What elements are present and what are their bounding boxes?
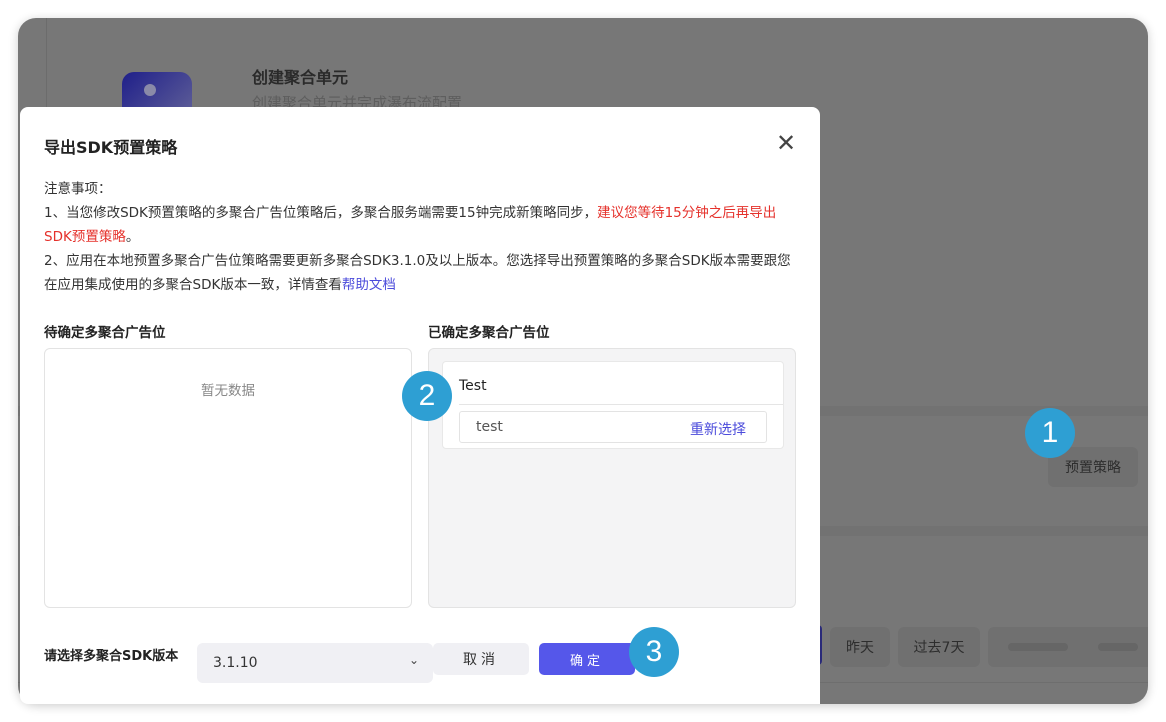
chevron-down-icon: ⌄ — [408, 653, 419, 667]
confirmed-item-row: test 重新选择 — [459, 411, 767, 443]
dialog-title: 导出SDK预置策略 — [44, 138, 178, 157]
pending-panel: 暂无数据 — [44, 348, 412, 608]
note-2-text: 2、应用在本地预置多聚合广告位策略需要更新多聚合SDK3.1.0及以上版本。您选… — [44, 253, 791, 293]
timeline-line — [46, 18, 47, 108]
divider — [459, 404, 783, 405]
card-title: 创建聚合单元 — [252, 68, 349, 87]
step-badge-2: 2 — [402, 371, 452, 421]
note-1-suffix: 。 — [125, 229, 140, 245]
selected-version: 3.1.10 — [213, 655, 258, 671]
confirmed-group-card: Test test 重新选择 — [442, 361, 784, 449]
last-7-days-button[interactable]: 过去7天 — [898, 627, 980, 667]
empty-text: 暂无数据 — [201, 383, 255, 399]
step-badge-1: 1 — [1025, 408, 1075, 458]
date-range-picker[interactable] — [988, 627, 1148, 667]
note-1-text: 1、当您修改SDK预置策略的多聚合广告位策略后，多聚合服务端需要15钟完成新策略… — [44, 205, 598, 221]
reselect-link[interactable]: 重新选择 — [690, 419, 746, 439]
yesterday-button[interactable]: 昨天 — [830, 627, 890, 667]
group-name: Test — [459, 378, 487, 394]
cancel-button[interactable]: 取消 — [433, 643, 529, 675]
help-doc-link[interactable]: 帮助文档 — [342, 277, 396, 293]
version-label: 请选择多聚合SDK版本 — [44, 649, 179, 664]
confirmed-panel: Test test 重新选择 — [428, 348, 796, 608]
item-name: test — [476, 419, 503, 435]
confirm-button[interactable]: 确定 — [539, 643, 635, 675]
step-badge-3: 3 — [629, 627, 679, 677]
note-1: 1、当您修改SDK预置策略的多聚合广告位策略后，多聚合服务端需要15钟完成新策略… — [44, 201, 804, 249]
notes: 注意事项： 1、当您修改SDK预置策略的多聚合广告位策略后，多聚合服务端需要15… — [44, 177, 804, 297]
close-icon[interactable]: ✕ — [776, 129, 796, 157]
confirmed-title: 已确定多聚合广告位 — [428, 325, 550, 341]
pending-title: 待确定多聚合广告位 — [44, 325, 166, 341]
sdk-version-select[interactable]: 3.1.10 ⌄ — [197, 643, 433, 683]
notes-heading: 注意事项： — [44, 181, 112, 197]
note-2: 2、应用在本地预置多聚合广告位策略需要更新多聚合SDK3.1.0及以上版本。您选… — [44, 249, 804, 297]
